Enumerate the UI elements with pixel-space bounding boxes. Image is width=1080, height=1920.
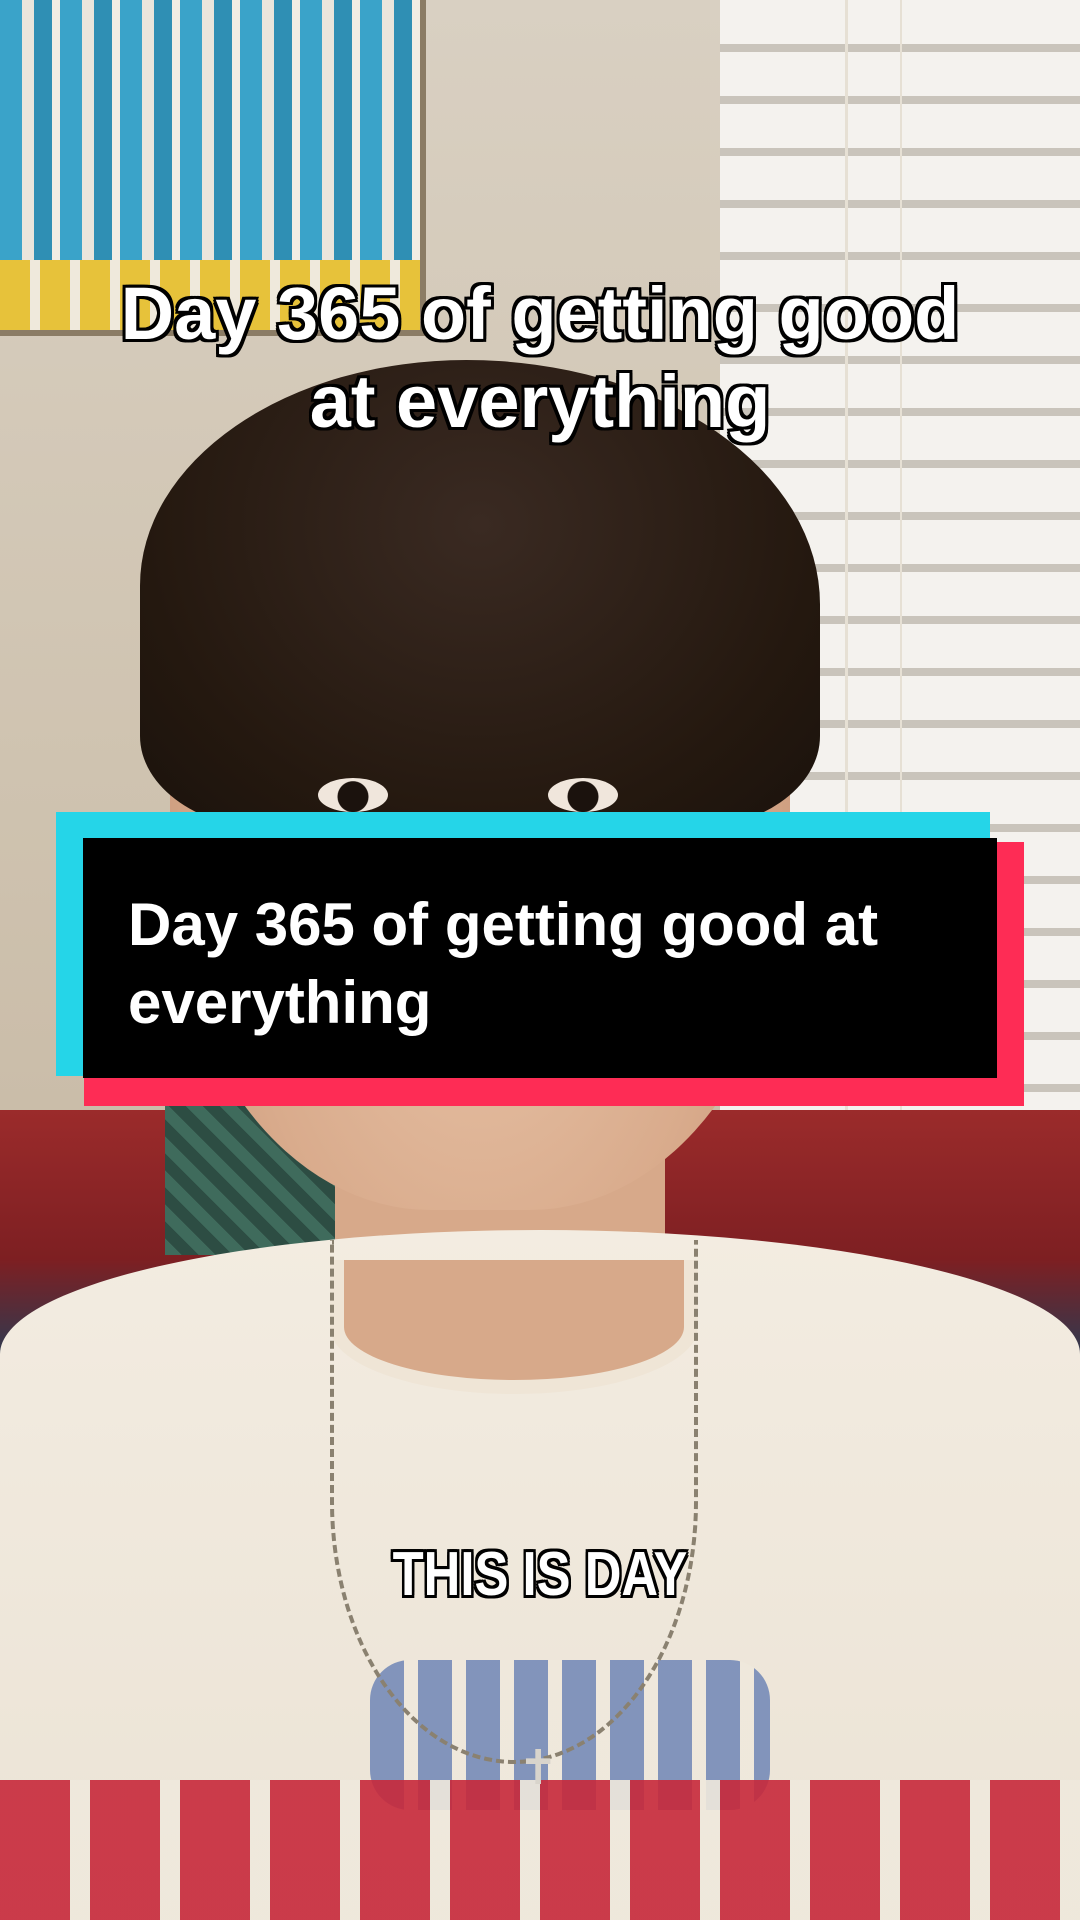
text-card: Day 365 of getting good at everything bbox=[56, 812, 1024, 1106]
card-text: Day 365 of getting good at everything bbox=[128, 891, 879, 1036]
title-overlay-line1: Day 365 of getting good bbox=[120, 272, 960, 355]
cross-pendant-icon: ✝ bbox=[518, 1740, 559, 1796]
title-overlay-line2: at everything bbox=[309, 360, 771, 443]
necklace-chain bbox=[330, 1240, 698, 1764]
title-overlay: Day 365 of getting good at everything bbox=[0, 270, 1080, 446]
shirt-graphic-red bbox=[0, 1780, 1080, 1920]
left-eye bbox=[318, 778, 388, 812]
right-eye bbox=[548, 778, 618, 812]
subtitle-caption: THIS IS DAY bbox=[392, 1540, 688, 1609]
